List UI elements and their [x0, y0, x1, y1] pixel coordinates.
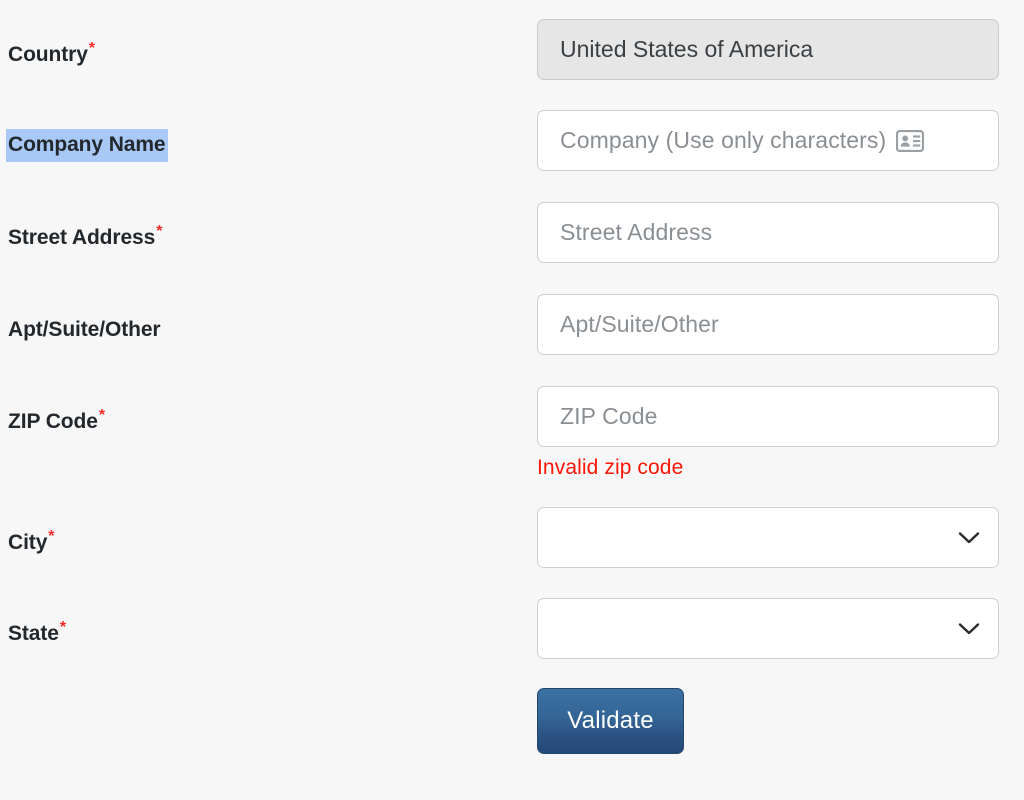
required-marker: * [156, 223, 163, 240]
zip-code-input[interactable]: ZIP Code [537, 386, 999, 447]
id-card-icon [896, 129, 925, 152]
state-control [537, 598, 999, 659]
street-address-control: Street Address [537, 202, 999, 263]
zip-code-label: ZIP Code* [8, 407, 105, 434]
country-value: United States of America [560, 36, 814, 62]
zip-code-placeholder: ZIP Code [560, 403, 658, 429]
zip-code-control: ZIP Code [537, 386, 999, 447]
required-marker: * [48, 528, 55, 545]
street-address-label: Street Address* [8, 223, 163, 250]
chevron-down-icon [958, 531, 980, 545]
company-name-placeholder: Company (Use only characters) [560, 127, 887, 153]
required-marker: * [98, 407, 105, 424]
apt-suite-other-input[interactable]: Apt/Suite/Other [537, 294, 999, 355]
country-control: United States of America [537, 19, 999, 80]
chevron-down-icon [958, 622, 980, 636]
company-name-control: Company (Use only characters) [537, 110, 999, 171]
street-address-placeholder: Street Address [560, 219, 713, 245]
country-input[interactable]: United States of America [537, 19, 999, 80]
city-control [537, 507, 999, 568]
validate-button[interactable]: Validate [537, 688, 684, 754]
required-marker: * [59, 619, 66, 636]
street-address-input[interactable]: Street Address [537, 202, 999, 263]
state-label: State* [8, 619, 66, 646]
country-label: Country* [8, 40, 95, 67]
zip-code-error-message: Invalid zip code [537, 456, 684, 479]
address-validation-form: Country* United States of America Compan… [0, 0, 1024, 800]
company-name-label: Company Name [6, 129, 168, 163]
required-marker: * [88, 40, 95, 57]
state-select[interactable] [537, 598, 999, 659]
city-label: City* [8, 528, 55, 555]
city-select[interactable] [537, 507, 999, 568]
apt-suite-other-control: Apt/Suite/Other [537, 294, 999, 355]
apt-suite-other-placeholder: Apt/Suite/Other [560, 311, 719, 337]
company-name-input[interactable]: Company (Use only characters) [537, 110, 999, 171]
apt-suite-other-label: Apt/Suite/Other [8, 318, 161, 341]
